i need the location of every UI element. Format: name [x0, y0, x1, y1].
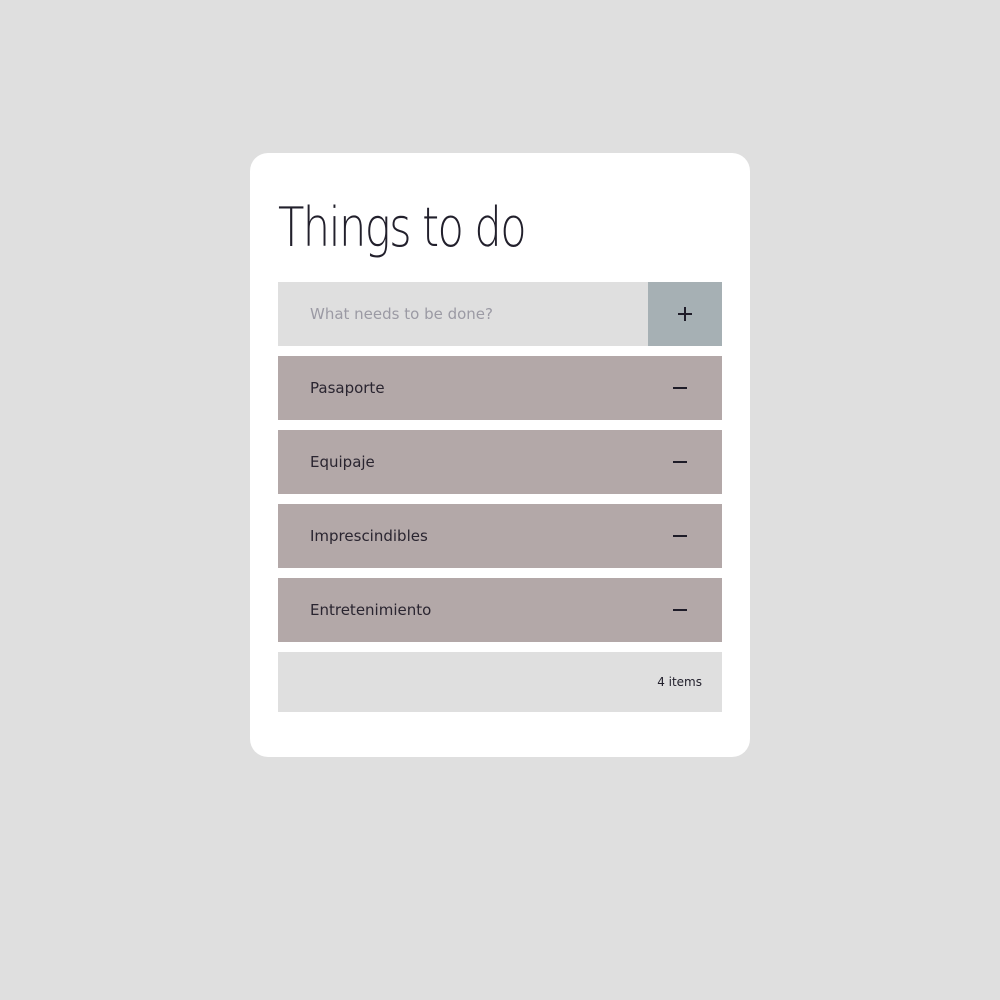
list-item: Imprescindibles [278, 504, 722, 568]
todo-card: Things to do Pasaporte Equipaje Impresci… [250, 153, 750, 757]
todo-label: Entretenimiento [310, 601, 432, 619]
list-item: Entretenimiento [278, 578, 722, 642]
page-title: Things to do [278, 196, 527, 259]
plus-icon [678, 307, 692, 321]
remove-todo-button[interactable] [668, 450, 692, 474]
todo-footer: 4 items [278, 652, 722, 712]
todo-label: Imprescindibles [310, 527, 428, 545]
todo-label: Pasaporte [310, 379, 385, 397]
minus-icon [673, 461, 687, 463]
list-item: Equipaje [278, 430, 722, 494]
minus-icon [673, 387, 687, 389]
remove-todo-button[interactable] [668, 524, 692, 548]
remove-todo-button[interactable] [668, 598, 692, 622]
add-todo-button[interactable] [648, 282, 722, 346]
list-item: Pasaporte [278, 356, 722, 420]
todo-label: Equipaje [310, 453, 375, 471]
minus-icon [673, 535, 687, 537]
todo-list: Pasaporte Equipaje Imprescindibles Entre… [278, 356, 722, 652]
add-todo-row [278, 282, 722, 346]
remove-todo-button[interactable] [668, 376, 692, 400]
minus-icon [673, 609, 687, 611]
item-count: 4 items [657, 675, 702, 689]
new-todo-input[interactable] [278, 282, 648, 346]
